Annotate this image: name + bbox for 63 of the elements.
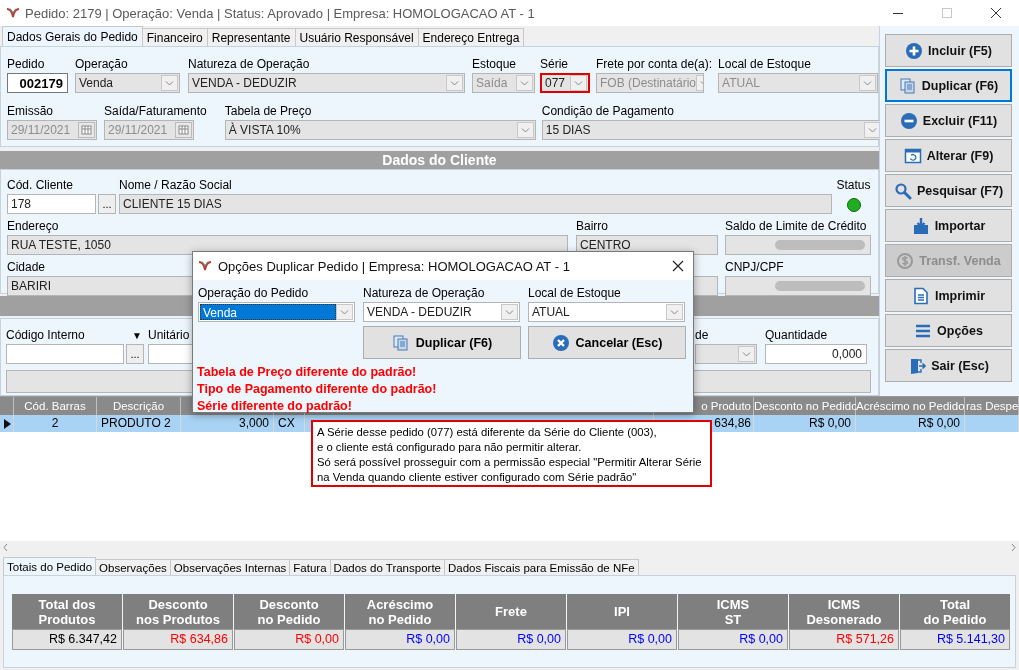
field-label: Série — [540, 57, 568, 71]
readonly-field: CLIENTE 15 DIAS — [119, 194, 832, 214]
total-header: Frete — [456, 594, 566, 629]
field-label: Operação do Pedido — [198, 286, 309, 300]
section-header: Dados do Cliente — [0, 151, 879, 169]
table-cell: 3,000 — [181, 415, 274, 432]
total-header: Acréscimo no Pedido — [345, 594, 455, 629]
total-value: R$ 0,00 — [678, 629, 788, 650]
column-header: ras Despe — [965, 397, 1019, 415]
total-header: Desconto nos Produtos — [123, 594, 233, 629]
total-value: R$ 0,00 — [234, 629, 344, 650]
warning-text: Tipo de Pagamento diferente do padrão! — [196, 381, 438, 398]
column-header: Acréscimo no Pedido — [856, 397, 965, 415]
field-label: Cód. Cliente — [7, 178, 74, 192]
field-label: Estoque — [472, 57, 517, 71]
column-header: Descrição — [97, 397, 181, 415]
table-cell: CX — [274, 415, 305, 432]
field-label: Local de Estoque — [718, 57, 811, 71]
column-header: Cód. Barras — [14, 397, 97, 415]
total-header: Desconto no Pedido — [234, 594, 344, 629]
total-value: R$ 0,00 — [345, 629, 455, 650]
table-cell: 2 — [14, 415, 97, 432]
window-title: Pedido: 2179 | Operação: Venda | Status: Aprovado | Empresa: HOMOLOGACAO AT - 1 — [25, 5, 535, 21]
column-header: Desconto no Pedido — [754, 397, 856, 415]
field-label: Frete por conta de(a): — [596, 57, 713, 71]
field-label: Nome / Razão Social — [119, 178, 232, 192]
total-value: R$ 6.347,42 — [12, 629, 122, 650]
total-value: R$ 571,26 — [789, 629, 899, 650]
total-value: R$ 5.141,30 — [900, 629, 1010, 650]
field-label: Unitário — [148, 328, 190, 342]
field-label: Saída/Faturamento — [104, 104, 207, 118]
total-header: Total dos Produtos — [12, 594, 122, 629]
field-label: Tabela de Preço — [224, 104, 312, 118]
total-header: ICMS ST — [678, 594, 788, 629]
warning-text: Série diferente do padrão! — [196, 398, 353, 415]
field-label: Quantidade — [765, 328, 828, 342]
field-label: Emissão — [7, 104, 53, 118]
field-label: Local de Estoque — [528, 286, 621, 300]
field-label: Condição de Pagamento — [541, 104, 674, 118]
total-value: R$ 0,00 — [456, 629, 566, 650]
total-value: R$ 634,86 — [123, 629, 233, 650]
field-label: Endereço — [7, 219, 59, 233]
field-label: Cidade — [7, 260, 46, 274]
field-label: de — [695, 328, 709, 342]
field-label: Código Interno — [6, 328, 85, 342]
caret-icon: ▼ — [132, 329, 142, 341]
total-header: IPI — [567, 594, 677, 629]
field-label: CNPJ/CPF — [725, 260, 784, 274]
table-cell: PRODUTO 2 — [97, 415, 181, 432]
warning-text: Tabela de Preço diferente do padrão! — [196, 364, 418, 381]
field-label: Status — [836, 178, 871, 192]
total-header: Total do Pedido — [900, 594, 1010, 629]
field-label: Pedido — [7, 57, 45, 71]
field-label: Bairro — [576, 219, 608, 233]
table-cell: R$ 0,00 — [754, 415, 856, 432]
total-header: ICMS Desonerado — [789, 594, 899, 629]
total-value: R$ 0,00 — [567, 629, 677, 650]
field-label: Natureza de Operação — [363, 286, 485, 300]
field-label: Natureza de Operação — [188, 57, 310, 71]
field-label: Operação — [75, 57, 128, 71]
dialog-title: Opções Duplicar Pedido | Empresa: HOMOLOGACAO AT - 1 — [218, 258, 570, 274]
field-label: Saldo de Limite de Crédito — [725, 219, 867, 233]
table-cell: R$ 0,00 — [856, 415, 965, 432]
